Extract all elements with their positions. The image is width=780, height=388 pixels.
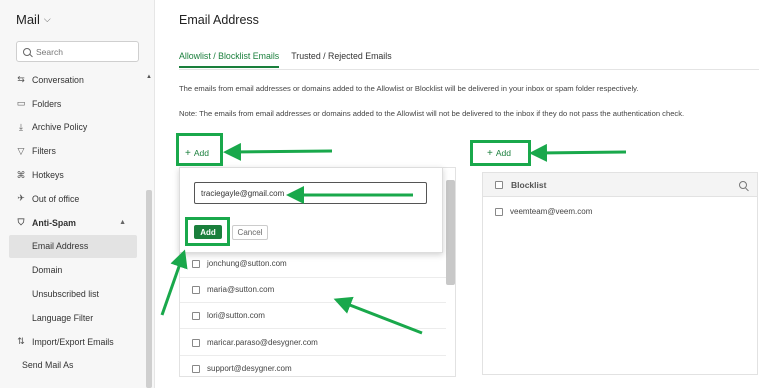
- arrow: [333, 296, 423, 335]
- arrow: [223, 142, 333, 161]
- annotation-arrows: [160, 142, 627, 335]
- arrow: [160, 249, 188, 316]
- arrow: [529, 143, 627, 162]
